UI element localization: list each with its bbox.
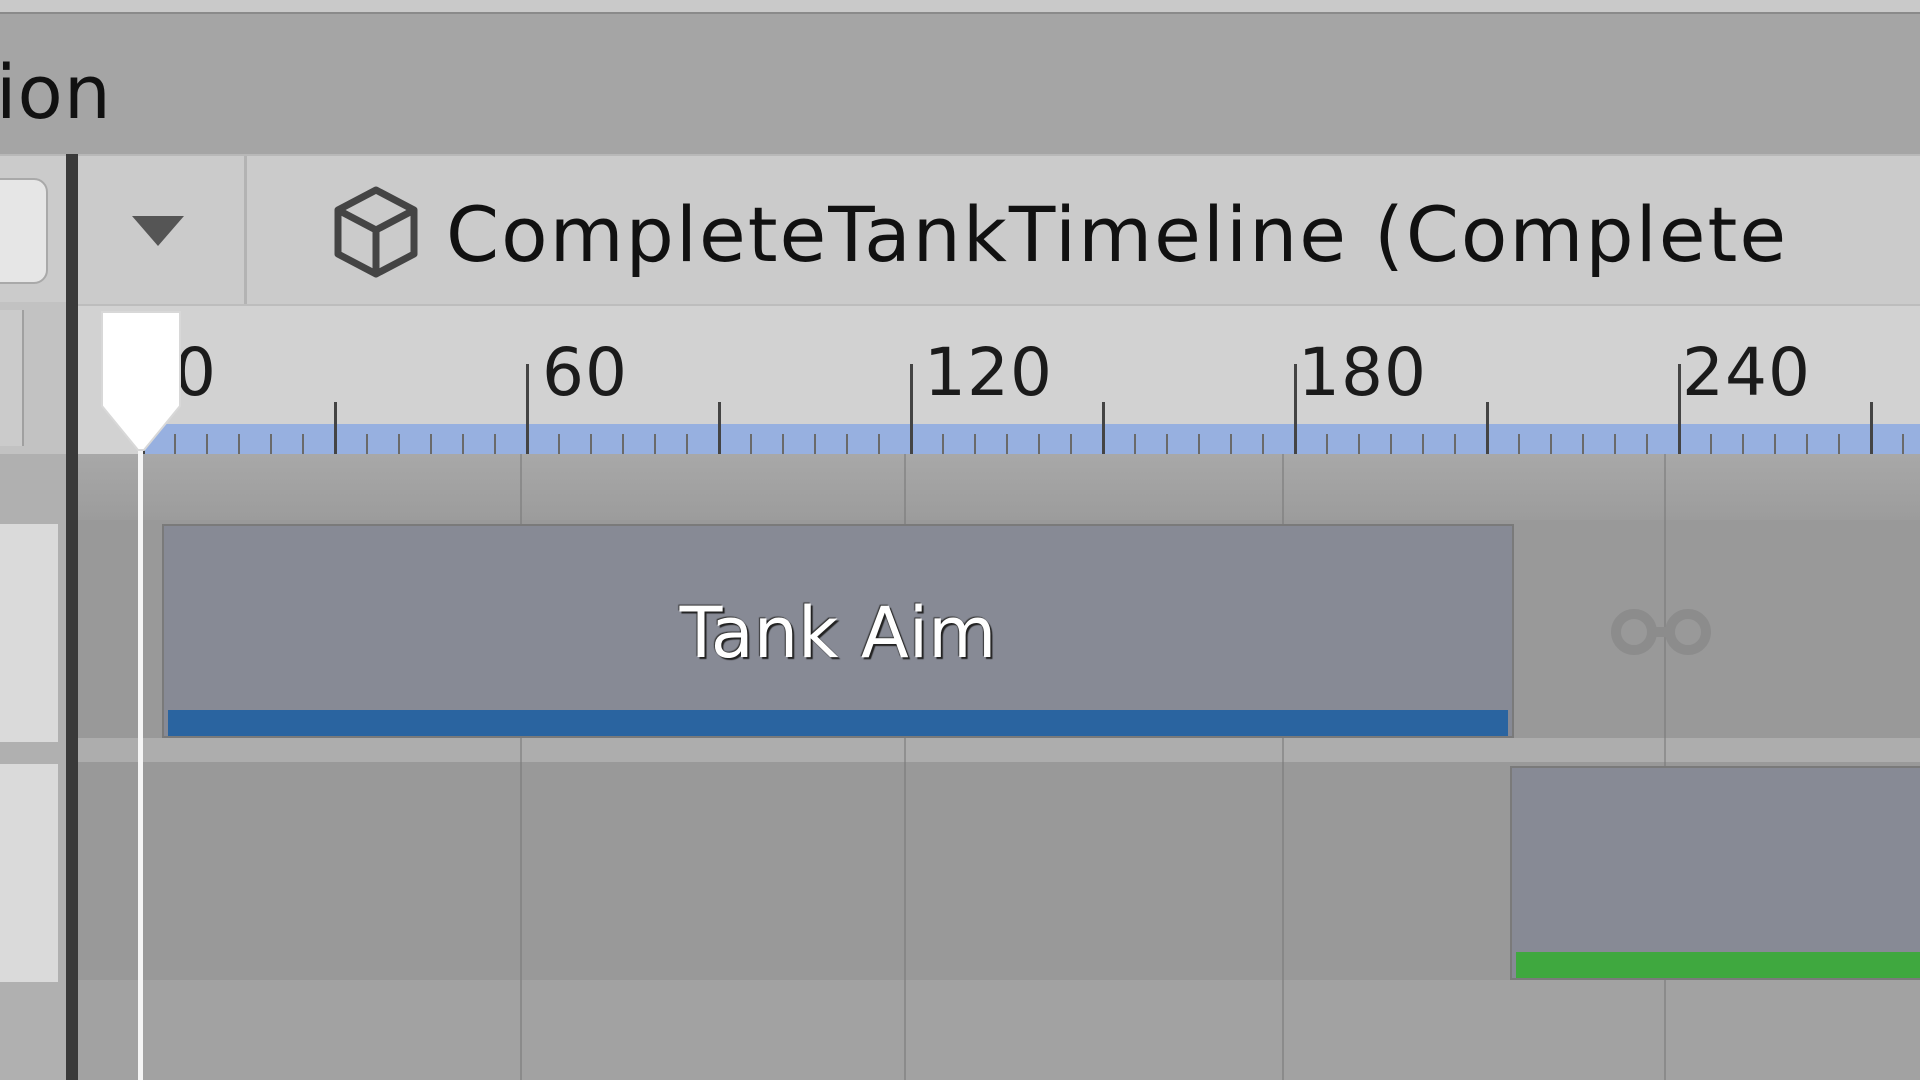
ruler-mid-tick	[1870, 402, 1873, 454]
ruler-mid-tick	[1486, 402, 1489, 454]
ruler-minor-tick	[1614, 434, 1616, 454]
ruler-minor-tick	[878, 434, 880, 454]
clip-tank-aim[interactable]: Tank Aim	[162, 524, 1514, 738]
ruler-minor-tick	[1390, 434, 1392, 454]
clip-duration-bar	[168, 710, 1508, 736]
track-header-2[interactable]	[0, 764, 58, 982]
timeline-window: ion CompleteTankTimeline (Complete 0 60 …	[0, 0, 1920, 1080]
track-content-area: Tank Aim	[78, 454, 1920, 1080]
ruler-minor-tick	[846, 434, 848, 454]
ruler-minor-tick	[1518, 434, 1520, 454]
track-header-panel	[0, 302, 72, 1080]
ruler-minor-tick	[1646, 434, 1648, 454]
ruler-minor-tick	[1198, 434, 1200, 454]
timeline-asset-label[interactable]: CompleteTankTimeline (Complete	[446, 190, 1788, 279]
ruler-minor-tick	[1070, 434, 1072, 454]
header-ruler-divider	[0, 310, 24, 446]
ruler-major-tick	[910, 364, 913, 454]
ruler-minor-tick	[654, 434, 656, 454]
ruler-mid-tick	[334, 402, 337, 454]
timeline-selector-dropdown[interactable]	[80, 156, 247, 304]
ruler-minor-tick	[1454, 434, 1456, 454]
panel-splitter[interactable]	[66, 154, 78, 1080]
dropdown-triangle-icon	[132, 216, 184, 246]
ruler-minor-tick	[942, 434, 944, 454]
ruler-minor-tick	[494, 434, 496, 454]
ruler-minor-tick	[1742, 434, 1744, 454]
ruler-minor-tick	[814, 434, 816, 454]
window-tab-bar: ion	[0, 14, 1920, 154]
ruler-minor-tick	[1550, 434, 1552, 454]
header-ruler-area	[0, 302, 72, 454]
playhead-handle[interactable]	[100, 310, 182, 452]
clip-duration-bar-2	[1516, 952, 1920, 978]
clip-second-track[interactable]	[1510, 766, 1920, 980]
ruler-minor-tick	[1838, 434, 1840, 454]
ruler-minor-tick	[1230, 434, 1232, 454]
ruler-minor-tick	[1358, 434, 1360, 454]
ruler-minor-tick	[974, 434, 976, 454]
ruler-minor-tick	[1582, 434, 1584, 454]
ruler-minor-tick	[750, 434, 752, 454]
timeline-toolbar: CompleteTankTimeline (Complete	[0, 154, 1920, 307]
loop-icon	[1611, 609, 1711, 655]
ruler-minor-tick	[686, 434, 688, 454]
ruler-minor-tick	[206, 434, 208, 454]
ruler-minor-tick	[1262, 434, 1264, 454]
ruler-minor-tick	[1326, 434, 1328, 454]
ruler-minor-tick	[590, 434, 592, 454]
content-header-band	[78, 454, 1920, 520]
ruler-major-tick	[1294, 364, 1297, 454]
ruler-minor-tick	[558, 434, 560, 454]
window-top-edge	[0, 0, 1920, 14]
ruler-minor-tick	[1806, 434, 1808, 454]
toolbar-field[interactable]	[0, 178, 48, 284]
ruler-minor-tick	[430, 434, 432, 454]
ruler-time-strip	[144, 424, 1920, 454]
ruler-minor-tick	[1902, 434, 1904, 454]
ruler-minor-tick	[1166, 434, 1168, 454]
ruler-minor-tick	[1006, 434, 1008, 454]
clip-label: Tank Aim	[679, 592, 997, 674]
track-header-1[interactable]	[0, 524, 58, 742]
ruler-major-tick	[1678, 364, 1681, 454]
playhead-line[interactable]	[138, 430, 143, 1080]
ruler-minor-tick	[1710, 434, 1712, 454]
ruler-minor-tick	[366, 434, 368, 454]
ruler-major-tick	[526, 364, 529, 454]
ruler-minor-tick	[1422, 434, 1424, 454]
ruler-minor-tick	[302, 434, 304, 454]
ruler-minor-tick	[462, 434, 464, 454]
ruler-label-60: 60	[542, 334, 628, 411]
ruler-minor-tick	[1134, 434, 1136, 454]
ruler-mid-tick	[718, 402, 721, 454]
ruler-minor-tick	[782, 434, 784, 454]
window-title[interactable]: ion	[0, 50, 112, 136]
ruler-mid-tick	[1102, 402, 1105, 454]
ruler-label-180: 180	[1298, 334, 1427, 411]
track-separator	[78, 738, 1920, 762]
cube-icon	[334, 186, 418, 278]
ruler-minor-tick	[1774, 434, 1776, 454]
ruler-label-120: 120	[924, 334, 1053, 411]
ruler-minor-tick	[622, 434, 624, 454]
ruler-minor-tick	[1038, 434, 1040, 454]
time-ruler[interactable]: 0 60 120 180 240	[78, 304, 1920, 456]
ruler-minor-tick	[270, 434, 272, 454]
ruler-minor-tick	[238, 434, 240, 454]
ruler-label-240: 240	[1682, 334, 1811, 411]
ruler-minor-tick	[398, 434, 400, 454]
